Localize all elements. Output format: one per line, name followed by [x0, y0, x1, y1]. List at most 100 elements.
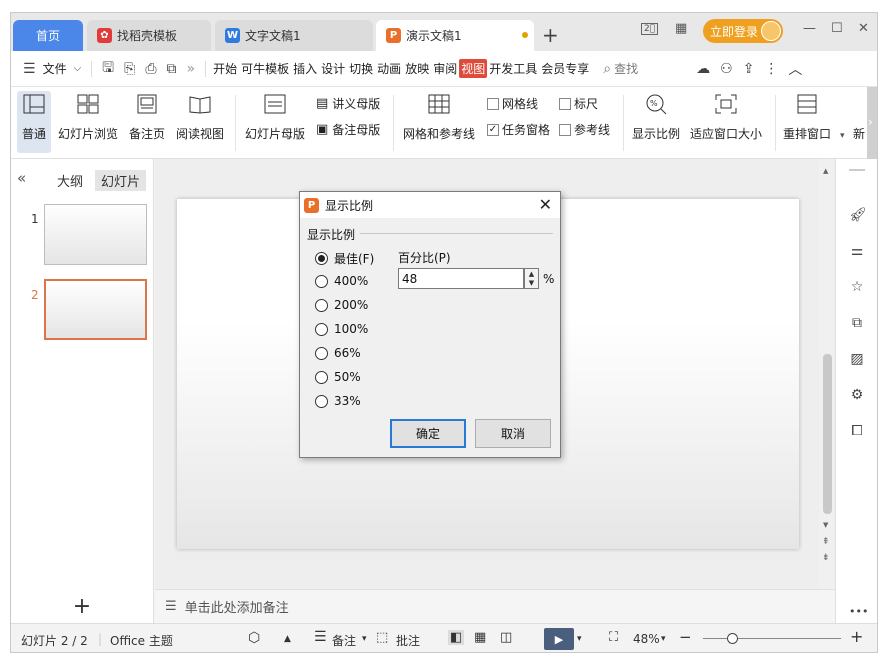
play-dropdown-icon[interactable]: ▾ [577, 634, 582, 644]
print-icon[interactable]: ⎙ [145, 61, 156, 77]
reading-view-status-icon[interactable]: ◫ [500, 630, 512, 645]
export-pdf-icon[interactable]: ⎘ [124, 61, 135, 77]
print-preview-icon[interactable]: ⧉ [167, 61, 177, 77]
image-icon[interactable]: ▨ [849, 351, 865, 367]
menu-templates[interactable]: 可牛模板 [239, 60, 291, 77]
close-icon[interactable]: ✕ [539, 195, 552, 214]
zoom-button[interactable]: % 显示比例 [632, 91, 680, 142]
guides-checkbox[interactable]: 参考线 [559, 121, 610, 138]
slide-thumbnail-1[interactable] [44, 204, 147, 265]
radio-200[interactable]: 200% [315, 298, 368, 312]
minimize-icon[interactable]: — [803, 21, 816, 36]
radio-best-fit[interactable]: 最佳(F) [315, 250, 374, 267]
add-slide-button[interactable]: + [11, 589, 154, 623]
close-icon[interactable]: ✕ [858, 21, 869, 36]
radio-100[interactable]: 100% [315, 322, 368, 336]
arrange-windows-button[interactable]: 重排窗口 [783, 91, 831, 142]
reader-icon[interactable]: ⧠ [849, 423, 865, 439]
zoom-level[interactable]: 48% [633, 632, 660, 646]
tab-slides[interactable]: 幻灯片 [95, 170, 147, 191]
more-dots-icon[interactable]: ••• [849, 605, 868, 621]
cube-icon[interactable]: ⬡ [248, 630, 260, 646]
share-user-icon[interactable]: ⚇ [720, 61, 733, 77]
new-tab-button[interactable]: + [542, 23, 559, 47]
gridlines-checkbox[interactable]: 网格线 [487, 95, 538, 112]
fit-window-button[interactable]: 适应窗口大小 [690, 91, 762, 142]
menu-member[interactable]: 会员专享 [539, 60, 591, 77]
zoom-slider-knob[interactable] [727, 633, 738, 644]
notes-toggle-icon[interactable]: ☰ [314, 629, 327, 645]
menu-home[interactable]: 开始 [211, 60, 239, 77]
comment-icon[interactable]: ⬚ [376, 630, 388, 645]
menu-insert[interactable]: 插入 [291, 60, 319, 77]
menu-review[interactable]: 审阅 [431, 60, 459, 77]
slide-sorter-button[interactable]: 幻灯片浏览 [58, 91, 118, 142]
scroll-down-icon[interactable]: ▼ [823, 521, 828, 529]
login-button[interactable]: 立即登录 [703, 19, 783, 43]
comments-label[interactable]: 批注 [396, 632, 420, 649]
collapse-panel-icon[interactable]: « [17, 169, 26, 187]
radio-50[interactable]: 50% [315, 370, 361, 384]
menu-file[interactable]: 文件 [41, 60, 69, 77]
spin-down-icon[interactable]: ▼ [529, 279, 534, 287]
notes-page-button[interactable]: 备注页 [129, 91, 165, 142]
more-icon[interactable]: » [187, 61, 196, 77]
smart-icon[interactable]: ⚙ [849, 387, 865, 403]
cancel-button[interactable]: 取消 [475, 419, 551, 448]
slide-master-button[interactable]: 幻灯片母版 [245, 91, 305, 142]
notes-pane[interactable]: ☰ 单击此处添加备注 [155, 589, 835, 623]
view-normal-button[interactable]: 普通 [17, 91, 51, 153]
radio-66[interactable]: 66% [315, 346, 361, 360]
save-icon[interactable]: 🖫 [102, 57, 114, 81]
vertical-scrollbar[interactable]: ▲ ▼ ⇞ ⇟ [819, 159, 835, 589]
search-icon[interactable]: ⌕ [603, 61, 611, 77]
transition-icon[interactable]: ⧉ [849, 315, 865, 331]
sorter-view-status-icon[interactable]: ▦ [474, 630, 486, 645]
share-icon[interactable]: ⇪ [743, 61, 755, 77]
theme-name[interactable]: Office 主题 [110, 632, 173, 649]
tab-outline[interactable]: 大纲 [57, 171, 83, 190]
ribbon-scroll-right[interactable]: › [867, 87, 877, 159]
zoom-slider[interactable] [703, 638, 841, 639]
rocket-icon[interactable]: 🚀︎ [849, 207, 867, 223]
ok-button[interactable]: 确定 [390, 419, 466, 448]
percent-input[interactable] [398, 268, 524, 289]
percent-spinner[interactable]: ▲ ▼ [524, 268, 539, 289]
menu-slideshow[interactable]: 放映 [403, 60, 431, 77]
scroll-up-icon[interactable]: ▲ [823, 167, 828, 175]
slide-thumbnail-2[interactable] [44, 279, 147, 340]
menu-transitions[interactable]: 切换 [347, 60, 375, 77]
notes-dropdown-icon[interactable]: ▾ [362, 634, 367, 644]
menu-view[interactable]: 视图 [459, 59, 488, 78]
scrollbar-thumb[interactable] [823, 354, 832, 514]
menu-developer[interactable]: 开发工具 [487, 60, 539, 77]
zoom-dropdown-icon[interactable]: ▾ [661, 634, 666, 644]
menu-animations[interactable]: 动画 [375, 60, 403, 77]
menu-design[interactable]: 设计 [319, 60, 347, 77]
zoom-in-icon[interactable]: + [850, 627, 863, 646]
ruler-checkbox[interactable]: 标尺 [559, 95, 598, 112]
radio-400[interactable]: 400% [315, 274, 368, 288]
reading-view-button[interactable]: 阅读视图 [176, 91, 224, 142]
tab-home[interactable]: 首页 [13, 20, 83, 51]
grid-guides-button[interactable]: 网格和参考线 [403, 91, 475, 142]
notes-master-button[interactable]: ▣ 备注母版 [316, 121, 380, 138]
search-label[interactable]: 查找 [612, 60, 640, 77]
normal-view-status-icon[interactable]: ◧ [448, 630, 465, 645]
handout-master-button[interactable]: ▤ 讲义母版 [316, 95, 380, 112]
window-layout-icon[interactable]: 2⃞ [641, 23, 659, 35]
fit-window-status-icon[interactable]: ⛶ [609, 630, 618, 645]
prev-slide-icon[interactable]: ⇞ [822, 537, 830, 547]
chevron-down-icon[interactable]: ⌵ [74, 63, 82, 74]
tab-docer-templates[interactable]: ✿ 找稻壳模板 [87, 20, 211, 51]
maximize-icon[interactable]: ☐ [831, 21, 843, 36]
tab-text-document[interactable]: W 文字文稿1 [215, 20, 373, 51]
hamburger-icon[interactable]: ☰ [23, 61, 36, 77]
apps-grid-icon[interactable]: ▦ [675, 21, 687, 36]
animation-star-icon[interactable]: ☆ [849, 279, 865, 295]
play-slideshow-button[interactable]: ▶ [544, 628, 574, 650]
radio-33[interactable]: 33% [315, 394, 361, 408]
notes-toggle-label[interactable]: 备注 [332, 632, 356, 649]
cloud-icon[interactable]: ☁ [696, 61, 710, 77]
arrange-dropdown-icon[interactable]: ▾ [840, 131, 845, 141]
